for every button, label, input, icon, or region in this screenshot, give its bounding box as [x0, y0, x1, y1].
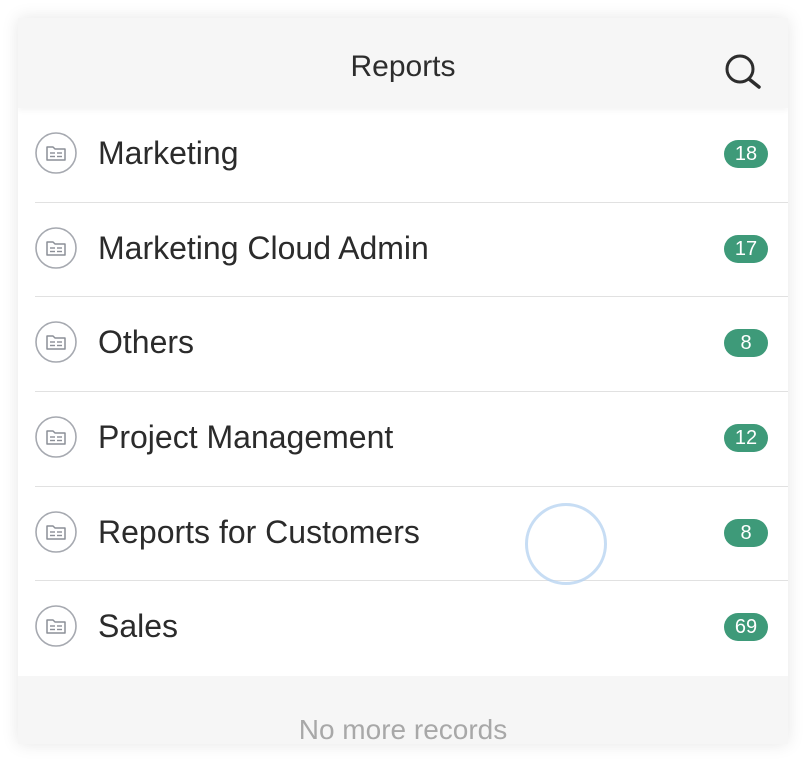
list-item-label: Sales	[98, 608, 179, 645]
list-item[interactable]: Project Management 12	[18, 392, 788, 487]
folder-icon	[35, 132, 77, 174]
reports-card: Reports Marketing 18 Marketing Cloud Adm…	[18, 18, 788, 744]
folder-icon	[35, 605, 77, 648]
count-badge: 8	[724, 518, 768, 547]
count-badge: 8	[724, 329, 768, 358]
no-more-records-text: No more records	[298, 714, 508, 744]
page-title: Reports	[350, 50, 456, 83]
list-item-label: Reports for Customers	[98, 513, 420, 550]
list-item[interactable]: Sales 69	[18, 581, 788, 676]
header-bar: Reports	[18, 18, 788, 108]
list-item-label: Marketing Cloud Admin	[98, 229, 429, 266]
folder-icon	[35, 510, 77, 553]
list-item-label: Project Management	[98, 419, 394, 456]
folder-icon	[35, 416, 77, 458]
list-item[interactable]: Reports for Customers 8	[18, 487, 788, 582]
count-badge: 17	[724, 234, 768, 263]
list-item-label: Others	[98, 324, 195, 361]
count-badge: 69	[724, 613, 768, 642]
folder-icon	[35, 226, 77, 269]
search-icon	[725, 54, 761, 89]
list-footer: No more records	[18, 676, 788, 744]
count-badge: 12	[724, 424, 768, 453]
list-item[interactable]: Marketing 18	[18, 108, 788, 203]
list-item[interactable]: Others 8	[18, 297, 788, 393]
search-button[interactable]	[718, 48, 768, 98]
list-item-label: Marketing	[98, 135, 239, 171]
list-item[interactable]: Marketing Cloud Admin 17	[18, 203, 788, 298]
folder-list: Marketing 18 Marketing Cloud Admin 17 Ot…	[18, 108, 788, 676]
folder-icon	[35, 321, 77, 364]
count-badge: 18	[724, 140, 768, 168]
